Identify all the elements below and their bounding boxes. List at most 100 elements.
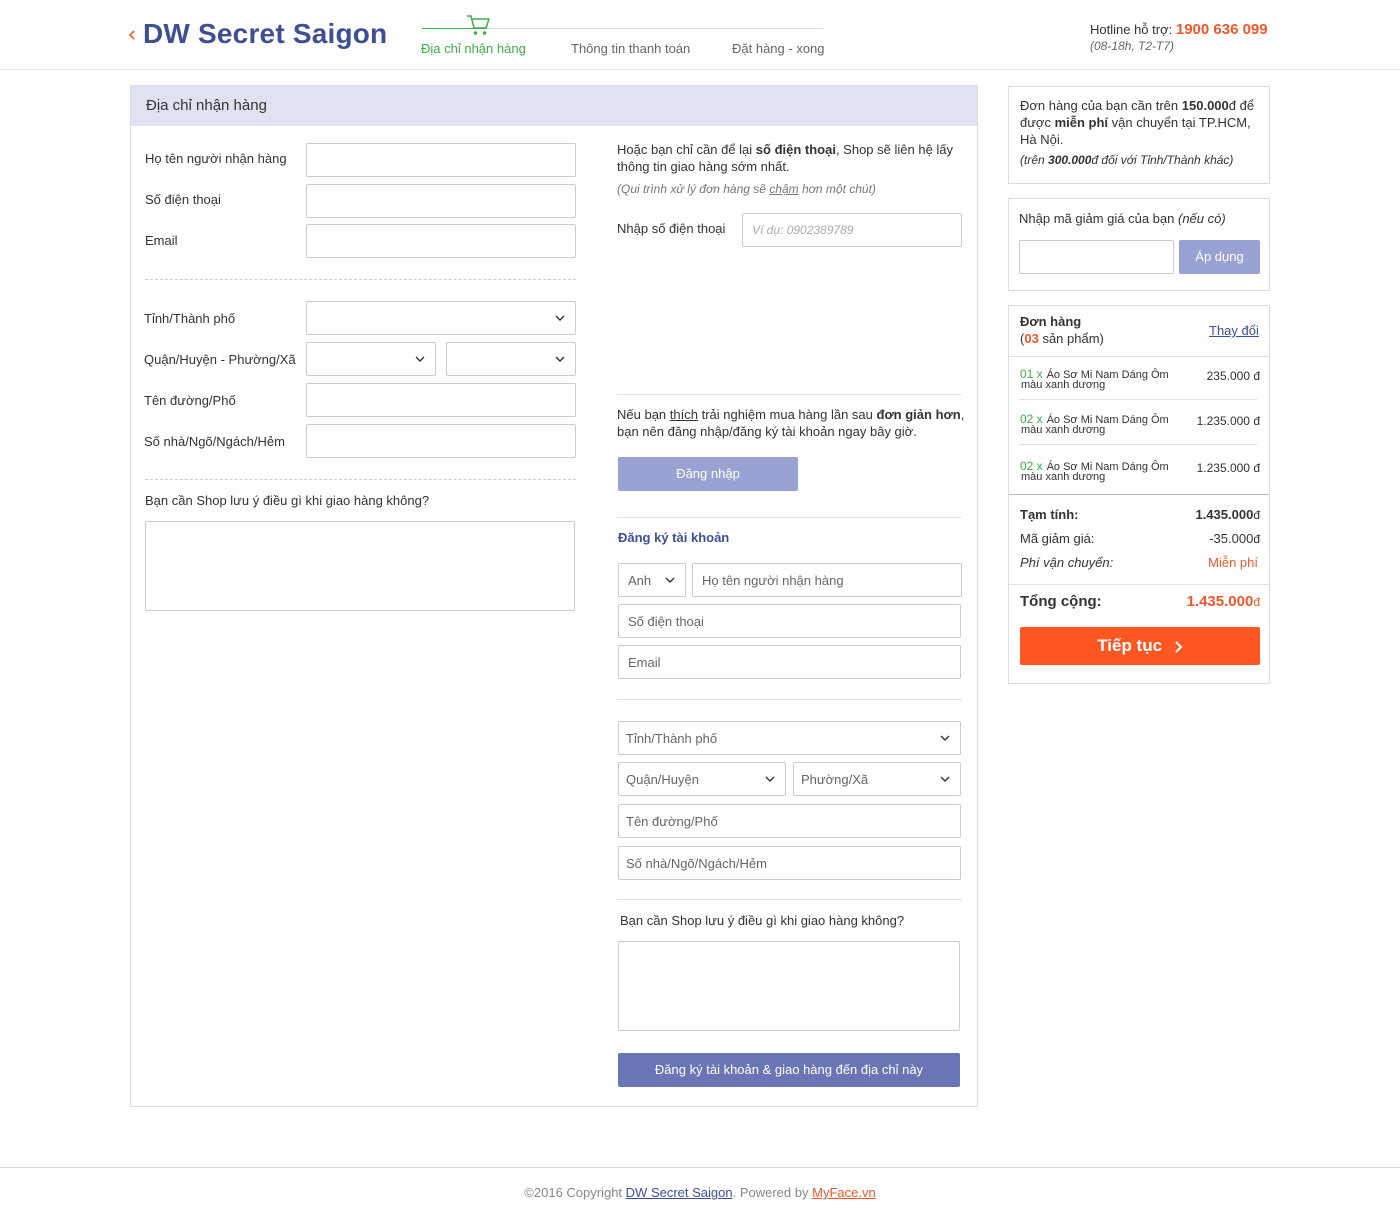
shipping-promo-text: Đơn hàng của bạn cần trên 150.000đ để đư…	[1020, 97, 1260, 148]
footer-divider	[0, 1167, 1400, 1168]
placeholder: Phường/Xã	[801, 772, 869, 787]
phone-only-note: (Qui trình xử lý đơn hàng sẽ chậm hơn mộ…	[617, 181, 876, 198]
divider	[617, 517, 962, 518]
amount: 300.000	[1048, 153, 1092, 167]
ward-select[interactable]	[446, 342, 576, 376]
register-street-input[interactable]: Tên đường/Phố	[618, 804, 961, 838]
chevron-down-icon	[415, 356, 425, 362]
step-payment[interactable]: Thông tin thanh toán	[571, 41, 690, 56]
salutation-value: Anh	[628, 573, 652, 588]
house-input[interactable]	[306, 424, 576, 458]
district-ward-label: Quận/Huyện - Phường/Xã	[144, 352, 296, 367]
register-phone-input[interactable]: Số điện thoại	[618, 604, 961, 638]
hotline-number[interactable]: 1900 636 099	[1176, 21, 1268, 38]
step-address[interactable]: Địa chỉ nhận hàng	[421, 41, 526, 56]
text: đ đối với Tỉnh/Thành khác)	[1091, 153, 1234, 167]
step-done[interactable]: Đặt hàng - xong	[732, 41, 825, 56]
email-input[interactable]	[306, 224, 576, 258]
order-title: Đơn hàng	[1020, 314, 1082, 329]
chevron-down-icon	[765, 776, 775, 782]
chevron-right-icon	[1175, 640, 1183, 653]
myface-link[interactable]: MyFace.vn	[812, 1185, 876, 1200]
currency: đ	[1228, 98, 1236, 113]
continue-button[interactable]: Tiếp tục	[1020, 627, 1260, 665]
footer: ©2016 Copyright DW Secret Saigon. Powere…	[0, 1185, 1400, 1200]
text-bold: đơn giản hơn	[876, 407, 961, 422]
shipping-promo-other: (trên 300.000đ đối với Tỉnh/Thành khác)	[1020, 152, 1233, 169]
divider	[1009, 494, 1269, 495]
name-input[interactable]	[306, 143, 576, 177]
divider	[1019, 399, 1257, 400]
count: 03	[1024, 331, 1039, 346]
coupon-input[interactable]	[1019, 240, 1174, 274]
powered-by: . Powered by	[732, 1185, 809, 1200]
divider	[1009, 356, 1269, 357]
text: sản phẩm)	[1042, 331, 1104, 346]
text: trải nghiệm mua hàng lần sau	[701, 407, 873, 422]
subtotal-value: 1.435.000đ	[1160, 507, 1260, 522]
currency: đ	[1253, 595, 1260, 609]
item-name-line2: màu xanh dương	[1021, 424, 1106, 436]
register-district-select[interactable]: Quận/Huyện	[618, 762, 786, 796]
text: (trên	[1020, 153, 1045, 167]
register-ward-select[interactable]: Phường/Xã	[793, 762, 961, 796]
divider	[617, 899, 962, 900]
discount-label: Mã giảm giá:	[1020, 531, 1095, 546]
register-name-input[interactable]: Họ tên người nhận hàng	[692, 563, 962, 597]
phone-only-placeholder: Ví dụ: 0902389789	[752, 223, 854, 237]
text: Nhập mã giảm giá của bạn	[1019, 211, 1175, 226]
text-italic: (nếu có)	[1178, 211, 1226, 226]
register-email-input[interactable]: Email	[618, 645, 961, 679]
brand-logo[interactable]: DW Secret Saigon	[143, 18, 387, 50]
coupon-label: Nhập mã giảm giá của bạn (nếu có)	[1019, 211, 1226, 226]
text: Nếu bạn	[617, 407, 667, 422]
total-label: Tổng cộng:	[1020, 593, 1102, 610]
text-underline: chậm	[769, 182, 799, 196]
chevron-down-icon	[940, 776, 950, 782]
district-select[interactable]	[306, 342, 436, 376]
house-label: Số nhà/Ngõ/Ngách/Hẻm	[144, 434, 285, 449]
apply-coupon-button[interactable]: Áp dụng	[1179, 240, 1260, 274]
phone-only-input[interactable]: Ví dụ: 0902389789	[742, 213, 962, 247]
chevron-down-icon	[555, 356, 565, 362]
footer-brand-link[interactable]: DW Secret Saigon	[626, 1185, 733, 1200]
divider	[617, 699, 962, 700]
text: ,	[960, 407, 965, 422]
item-price: 235.000 đ	[1206, 369, 1260, 383]
text: hơn một chút)	[801, 182, 876, 196]
street-label: Tên đường/Phố	[144, 393, 236, 408]
divider	[145, 479, 576, 480]
city-select[interactable]	[306, 301, 576, 335]
placeholder: Quận/Huyện	[626, 772, 699, 787]
chevron-left-icon[interactable]	[126, 27, 138, 43]
placeholder: Tỉnh/Thành phố	[626, 731, 718, 746]
placeholder: Họ tên người nhận hàng	[702, 573, 844, 588]
phone-input[interactable]	[306, 184, 576, 218]
copyright: ©2016 Copyright	[524, 1185, 623, 1200]
discount-value: -35.000đ	[1160, 531, 1260, 546]
note-textarea[interactable]	[145, 521, 575, 611]
text: Hoặc bạn chỉ cần để lại	[617, 142, 753, 157]
divider	[1019, 444, 1257, 445]
phone-only-text: Hoặc bạn chỉ cần để lại số điện thoại, S…	[617, 141, 962, 175]
total-value: 1.435.000đ	[1140, 593, 1260, 610]
cart-icon	[467, 15, 491, 35]
register-house-input[interactable]: Số nhà/Ngõ/Ngách/Hẻm	[618, 846, 961, 880]
login-text: Nếu bạn thích trải nghiệm mua hàng lần s…	[617, 406, 967, 440]
street-input[interactable]	[306, 383, 576, 417]
salutation-select[interactable]: Anh	[618, 563, 686, 597]
city-label: Tỉnh/Thành phố	[144, 311, 236, 326]
change-order-link[interactable]: Thay đổi	[1209, 323, 1259, 338]
register-note-label: Bạn cần Shop lưu ý điều gì khi giao hàng…	[620, 913, 905, 928]
panel-title: Địa chỉ nhận hàng	[146, 97, 267, 114]
placeholder: Tên đường/Phố	[626, 814, 718, 829]
item-name-line2: màu xanh dương	[1021, 379, 1106, 391]
login-button[interactable]: Đăng nhập	[618, 457, 798, 491]
continue-label: Tiếp tục	[1097, 636, 1163, 655]
item-price: 1.235.000 đ	[1196, 414, 1260, 428]
subtotal-label: Tạm tính:	[1020, 507, 1079, 522]
register-city-select[interactable]: Tỉnh/Thành phố	[618, 721, 961, 755]
register-note-textarea[interactable]	[618, 941, 960, 1031]
register-submit-button[interactable]: Đăng ký tài khoản & giao hàng đến địa ch…	[618, 1053, 960, 1087]
text-bold: số điện thoại	[755, 142, 836, 157]
